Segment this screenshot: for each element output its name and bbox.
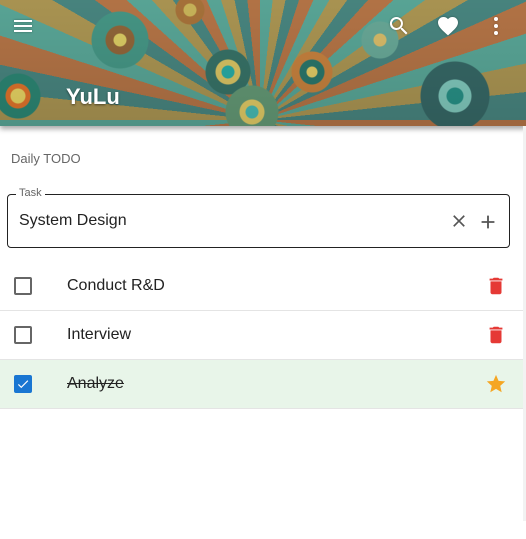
check-icon — [17, 380, 29, 389]
page-subtitle: Daily TODO — [11, 151, 81, 166]
todo-checkbox[interactable] — [14, 326, 32, 344]
menu-button[interactable] — [5, 8, 41, 44]
trash-icon — [489, 277, 503, 295]
trash-icon — [489, 326, 503, 344]
todo-label: Interview — [67, 326, 132, 343]
close-icon — [453, 215, 465, 227]
todo-checkbox-checked[interactable] — [14, 375, 32, 393]
favorite-button[interactable] — [430, 8, 466, 44]
todo-item: Conduct R&D — [0, 262, 526, 311]
task-input[interactable] — [19, 212, 419, 230]
plus-icon — [481, 215, 495, 229]
search-button[interactable] — [381, 8, 417, 44]
task-field: Task — [7, 187, 510, 248]
star-icon — [486, 374, 506, 393]
todo-item: Interview — [0, 311, 526, 360]
add-task-button[interactable] — [477, 211, 499, 233]
delete-todo-button[interactable] — [485, 324, 507, 346]
clear-task-button[interactable] — [449, 211, 469, 231]
search-icon — [389, 17, 408, 35]
menu-icon — [14, 20, 32, 32]
app-header: YuLu — [0, 0, 526, 126]
heart-icon — [438, 17, 458, 36]
star-todo-button[interactable] — [485, 373, 507, 395]
todo-label: Analyze — [67, 375, 124, 392]
task-field-label: Task — [16, 187, 45, 199]
delete-todo-button[interactable] — [485, 275, 507, 297]
todo-app: YuLu Daily TODO Task Conduct R&D — [0, 0, 526, 539]
more-vert-icon — [494, 17, 498, 35]
todo-checkbox[interactable] — [14, 277, 32, 295]
todo-list: Conduct R&D Interview Analyze — [0, 262, 526, 409]
more-options-button[interactable] — [478, 8, 514, 44]
app-title: YuLu — [66, 84, 120, 109]
todo-item-completed: Analyze — [0, 360, 526, 409]
todo-label: Conduct R&D — [67, 277, 165, 294]
